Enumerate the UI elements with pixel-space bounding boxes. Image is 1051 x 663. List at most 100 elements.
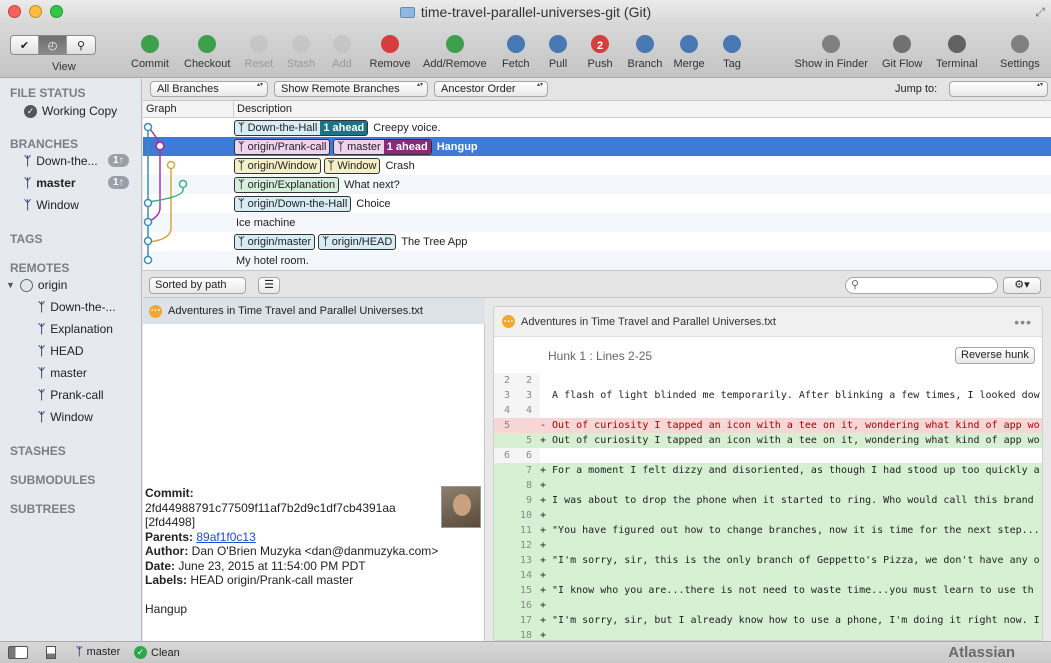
settings-button[interactable]: Settings xyxy=(1000,30,1040,70)
remove-button[interactable]: Remove xyxy=(369,30,411,70)
settings-button-label: Settings xyxy=(1000,58,1040,70)
sidebar-item-remote-branch[interactable]: ᛉ HEAD xyxy=(38,344,84,358)
folder-icon xyxy=(399,6,415,18)
view-file-status-button[interactable]: ✔ xyxy=(11,36,39,54)
reset-button[interactable]: Reset xyxy=(245,30,273,70)
diff-line[interactable]: 10 + xyxy=(494,508,1042,523)
diff-line[interactable]: 17 + "I'm sorry, sir, but I already know … xyxy=(494,613,1042,628)
sidebar-item-remote-branch[interactable]: ᛉ Down-the-... xyxy=(38,300,116,314)
reverse-hunk-button[interactable]: Reverse hunk xyxy=(955,347,1035,364)
disclosure-triangle-icon[interactable]: ▼ xyxy=(6,280,15,290)
diff-line[interactable]: 12 + xyxy=(494,538,1042,553)
sidebar-item-branch[interactable]: ᛉ Down-the... xyxy=(24,154,98,168)
terminal-button[interactable]: Terminal xyxy=(936,30,978,70)
jump-to-dropdown[interactable] xyxy=(949,81,1048,97)
diff-line[interactable]: 3 3 A flash of light blinded me temporari… xyxy=(494,388,1042,403)
sidebar-item-remote-branch[interactable]: ᛉ Window xyxy=(38,410,93,424)
app-window: time-travel-parallel-universes-git (Git)… xyxy=(0,0,1051,663)
parent-link[interactable]: 89af1f0c13 xyxy=(196,530,255,544)
diff-line[interactable]: 16 + xyxy=(494,598,1042,613)
graph-column-header[interactable]: Graph xyxy=(146,103,177,115)
view-log-button[interactable]: ◴ xyxy=(39,36,67,54)
merge-button[interactable]: Merge xyxy=(674,30,705,70)
close-window-button[interactable] xyxy=(8,5,21,18)
diff-line[interactable]: 18 + xyxy=(494,628,1042,640)
sidebar-item-remote-branch[interactable]: ᛉ master xyxy=(38,366,87,380)
view-search-button[interactable]: ⚲ xyxy=(67,36,95,54)
sidebar-item-remote-branch[interactable]: ᛉ Prank-call xyxy=(38,388,104,402)
stash-button[interactable]: Stash xyxy=(287,30,315,70)
finder-button[interactable]: Show in Finder xyxy=(795,30,868,70)
diff-line[interactable]: 9 + I was about to drop the phone when it… xyxy=(494,493,1042,508)
commit-message: Hangup xyxy=(145,601,188,616)
sidebar-item-remote-branch[interactable]: ᛉ Explanation xyxy=(38,322,113,336)
terminal-button-label: Terminal xyxy=(936,58,978,70)
pull-button[interactable]: Pull xyxy=(546,30,570,70)
diff-line[interactable]: 8 + xyxy=(494,478,1042,493)
sidebar-item-branch[interactable]: ᛉ Window xyxy=(24,198,79,212)
tag-button[interactable]: Tag xyxy=(720,30,744,70)
branch-button[interactable]: Branch xyxy=(628,30,662,70)
new-line-number: 12 xyxy=(519,540,532,551)
order-dropdown[interactable]: Ancestor Order xyxy=(434,81,548,97)
add-remove-button[interactable]: Add/Remove xyxy=(423,30,487,70)
diff-line[interactable]: 13 + "I'm sorry, sir, this is the only br… xyxy=(494,553,1042,568)
diff-line[interactable]: 15 + "I know who you are...there is not n… xyxy=(494,583,1042,598)
diff-panel: ⋯ Adventures in Time Travel and Parallel… xyxy=(485,298,1051,641)
diff-line[interactable]: 22 xyxy=(494,373,1042,388)
remote-branches-dropdown[interactable]: Show Remote Branches xyxy=(274,81,428,97)
commit-row[interactable]: ᛉ origin/Explanation What next? xyxy=(143,175,1051,194)
branch-label-tag: ᛉ origin/HEAD xyxy=(318,233,397,250)
diff-line[interactable]: 14 + xyxy=(494,568,1042,583)
diff-line[interactable]: 5 - Out of curiosity I tapped an icon wit… xyxy=(494,418,1042,433)
commit-button-label: Commit xyxy=(131,58,169,70)
fetch-button[interactable]: Fetch xyxy=(502,30,530,70)
subtrees-heading: SUBTREES xyxy=(10,502,76,516)
gear-menu-icon[interactable]: ⚙▾ xyxy=(1003,277,1041,294)
ahead-count-badge: 1↑ xyxy=(108,154,129,167)
sort-dropdown[interactable]: Sorted by path xyxy=(149,277,246,294)
new-line-number: 13 xyxy=(519,555,532,566)
checkout-button[interactable]: Checkout xyxy=(184,30,230,70)
minimize-window-button[interactable] xyxy=(29,5,42,18)
diff-line[interactable]: 66 xyxy=(494,448,1042,463)
clean-check-icon: ✓ xyxy=(134,646,147,659)
commit-description: My hotel room. xyxy=(234,255,309,267)
sidebar-item-working-copy[interactable]: ✓ Working Copy xyxy=(24,104,117,118)
remove-button-label: Remove xyxy=(369,58,411,70)
gitflow-button[interactable]: Git Flow xyxy=(882,30,922,70)
commit-row[interactable]: ᛉ origin/Prank-call ᛉ master 1 ahead Hangup xyxy=(143,137,1051,156)
panel-toggle-icon[interactable] xyxy=(46,646,56,659)
sidebar-item-branch[interactable]: ᛉ master xyxy=(24,176,76,190)
commit-row[interactable]: Ice machine xyxy=(143,213,1051,232)
description-column-header[interactable]: Description xyxy=(233,101,292,118)
diff-line-text: + xyxy=(540,600,547,611)
commit-button[interactable]: Commit xyxy=(131,30,169,70)
branch-icon: ᛉ xyxy=(238,159,245,172)
new-line-number: 4 xyxy=(525,405,532,416)
add-button[interactable]: Add xyxy=(330,30,354,70)
commit-row[interactable]: ᛉ Down-the-Hall 1 ahead Creepy voice. xyxy=(143,118,1051,137)
list-view-icon[interactable]: ☰ xyxy=(258,277,280,294)
commit-row[interactable]: ᛉ origin/master ᛉ origin/HEAD The Tree App xyxy=(143,232,1051,251)
sidebar-item-origin[interactable]: ▼ origin xyxy=(6,278,67,292)
diff-line[interactable]: 5 + Out of curiosity I tapped an icon wit… xyxy=(494,433,1042,448)
diff-line[interactable]: 11 + "You have figured out how to change … xyxy=(494,523,1042,538)
more-options-icon[interactable]: ••• xyxy=(1014,314,1032,330)
push-button[interactable]: 2 Push xyxy=(588,30,613,70)
file-list-item[interactable]: ⋯ Adventures in Time Travel and Parallel… xyxy=(143,298,485,324)
commit-row[interactable]: ᛉ origin/Window ᛉ Window Crash xyxy=(143,156,1051,175)
merge-icon xyxy=(677,30,701,58)
diff-line[interactable]: 7 + For a moment I felt dizzy and disorie… xyxy=(494,463,1042,478)
branches-filter-dropdown[interactable]: All Branches xyxy=(150,81,268,97)
file-search-input[interactable]: ⚲ xyxy=(845,277,998,294)
zoom-window-button[interactable] xyxy=(50,5,63,18)
commit-row[interactable]: My hotel room. xyxy=(143,251,1051,270)
sidebar-toggle-icon[interactable] xyxy=(8,646,28,659)
remote-branch-label: master xyxy=(50,366,87,380)
fullscreen-icon[interactable]: ⤢ xyxy=(1035,5,1045,20)
filter-bar: All Branches Show Remote Branches Ancest… xyxy=(143,79,1051,101)
finder-button-label: Show in Finder xyxy=(794,58,868,70)
diff-line[interactable]: 44 xyxy=(494,403,1042,418)
commit-row[interactable]: ᛉ origin/Down-the-Hall Choice xyxy=(143,194,1051,213)
